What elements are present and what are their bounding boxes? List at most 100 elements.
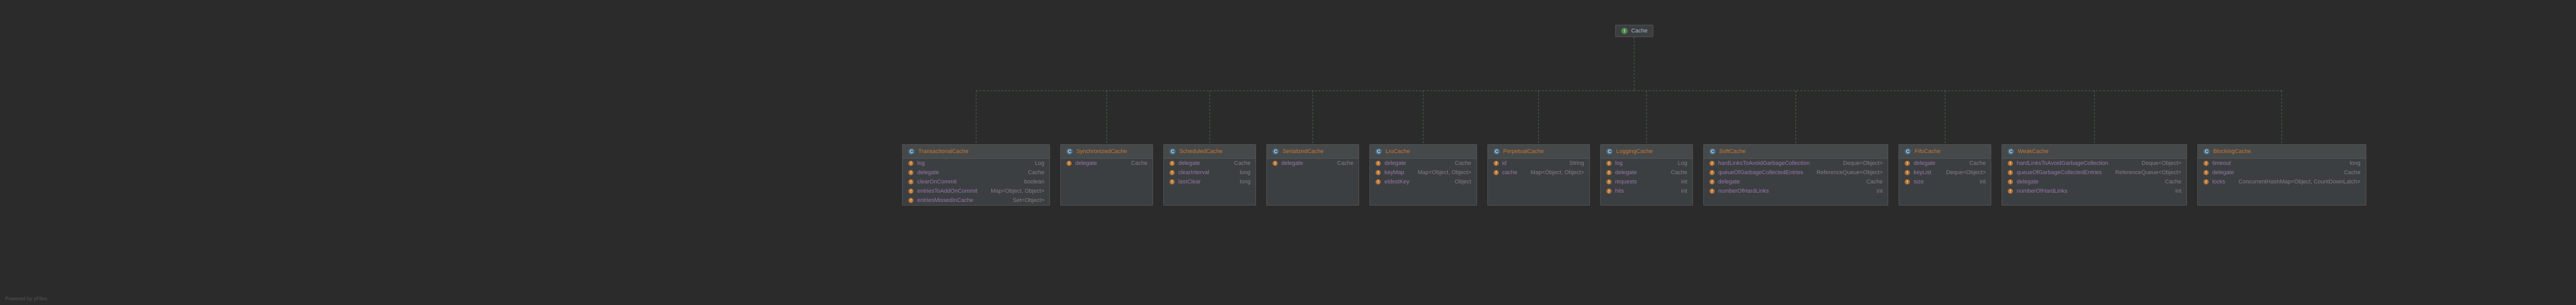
field-name: hits [1615, 188, 1624, 194]
field-row[interactable]: fdelegateCache [1601, 168, 1692, 177]
field-icon: f [1904, 179, 1910, 185]
field-row[interactable]: fdelegateCache [903, 168, 1049, 177]
class-box-scheduled[interactable]: CScheduledCachefdelegateCachefclearInter… [1163, 144, 1256, 206]
field-row[interactable]: fdelegateCache [1704, 177, 1888, 187]
class-header[interactable]: CSynchronizedCache [1061, 145, 1153, 159]
class-header[interactable]: CTransactionalCache [903, 145, 1049, 159]
field-row[interactable]: fqueueOfGarbageCollectedEntriesReference… [1704, 168, 1888, 177]
field-row[interactable]: fdelegateCache [1899, 159, 1991, 168]
field-name: queueOfGarbageCollectedEntries [1718, 170, 1803, 176]
field-icon: f [2203, 179, 2209, 185]
field-row[interactable]: fidString [1488, 159, 1589, 168]
field-row[interactable]: fdelegateCache [1370, 159, 1476, 168]
field-name: keyMap [1384, 170, 1404, 176]
field-row[interactable]: flogLog [1601, 159, 1692, 168]
class-box-lru[interactable]: CLruCachefdelegateCachefkeyMapMap<Object… [1369, 144, 1477, 206]
field-icon: f [1493, 160, 1499, 166]
field-row[interactable]: fnumberOfHardLinksint [1704, 187, 1888, 196]
field-row[interactable]: fcacheMap<Object, Object> [1488, 168, 1589, 177]
field-row[interactable]: fdelegateCache [1267, 159, 1359, 168]
svg-text:C: C [2009, 149, 2013, 154]
field-row[interactable]: fhardLinksToAvoidGarbageCollectionDeque<… [2002, 159, 2187, 168]
class-title: SoftCache [1719, 148, 1745, 155]
field-row[interactable]: fhitsint [1601, 187, 1692, 196]
field-icon: f [908, 170, 914, 176]
field-icon: f [1169, 160, 1175, 166]
class-header[interactable]: C PerpetualCache [1488, 145, 1589, 159]
field-row[interactable]: flocksConcurrentHashMap<Object, CountDow… [2198, 177, 2366, 187]
class-header[interactable]: CBlockingCache [2198, 145, 2366, 159]
interface-icon: I [1621, 27, 1628, 35]
class-header[interactable]: CWeakCache [2002, 145, 2187, 159]
field-row[interactable]: fhardLinksToAvoidGarbageCollectionDeque<… [1704, 159, 1888, 168]
class-header[interactable]: CScheduledCache [1164, 145, 1256, 159]
field-name: clearInterval [1178, 170, 1209, 176]
field-type: int [1671, 179, 1687, 185]
class-title: PerpetualCache [1503, 148, 1544, 155]
field-name: clearOnCommit [917, 179, 956, 185]
class-box-blocking[interactable]: CBlockingCacheftimeoutlongfdelegateCache… [2197, 144, 2366, 206]
field-type: Cache [1224, 160, 1250, 166]
field-type: Object [1445, 179, 1471, 185]
field-row[interactable]: fkeyListDeque<Object> [1899, 168, 1991, 177]
field-row[interactable]: ftimeoutlong [2198, 159, 2366, 168]
field-name: keyList [1913, 170, 1931, 176]
field-icon: f [2007, 188, 2013, 194]
field-name: numberOfHardLinks [2016, 188, 2067, 194]
field-type: Log [1025, 160, 1044, 166]
field-row[interactable]: fentriesToAddOnCommitMap<Object, Object> [903, 187, 1049, 196]
class-box-perpetual[interactable]: C PerpetualCache fidStringfcacheMap<Object… [1487, 144, 1590, 206]
field-type: long [1229, 179, 1250, 185]
field-row[interactable]: feldestKeyObject [1370, 177, 1476, 187]
class-header[interactable]: CLoggingCache [1601, 145, 1692, 159]
class-header[interactable]: CFifoCache [1899, 145, 1991, 159]
svg-text:C: C [2205, 149, 2209, 154]
field-name: delegate [1913, 160, 1935, 166]
field-row[interactable]: fdelegateCache [2198, 168, 2366, 177]
field-type: Cache [2155, 179, 2181, 185]
class-box-weak[interactable]: CWeakCachefhardLinksToAvoidGarbageCollec… [2002, 144, 2187, 206]
field-row[interactable]: fclearIntervallong [1164, 168, 1256, 177]
class-box-fifo[interactable]: CFifoCachefdelegateCachefkeyListDeque<Ob… [1899, 144, 1991, 206]
field-row[interactable]: flogLog [903, 159, 1049, 168]
class-box-synchronized[interactable]: CSynchronizedCachefdelegateCache [1060, 144, 1153, 206]
field-name: entriesMissedInCache [917, 197, 973, 204]
field-icon: f [2007, 170, 2013, 176]
field-icon: f [1904, 170, 1910, 176]
field-name: timeout [2212, 160, 2231, 166]
field-type: Cache [2334, 170, 2361, 176]
field-row[interactable]: fdelegateCache [1164, 159, 1256, 168]
class-box-transactional[interactable]: CTransactionalCacheflogLogfdelegateCache… [902, 144, 1050, 206]
field-name: numberOfHardLinks [1718, 188, 1769, 194]
field-row[interactable]: flastClearlong [1164, 177, 1256, 187]
class-box-soft[interactable]: CSoftCachefhardLinksToAvoidGarbageCollec… [1703, 144, 1889, 206]
field-row[interactable]: fdelegateCache [2002, 177, 2187, 187]
class-header[interactable]: CSerializedCache [1267, 145, 1359, 159]
field-row[interactable]: fkeyMapMap<Object, Object> [1370, 168, 1476, 177]
field-row[interactable]: fentriesMissedInCacheSet<Object> [903, 196, 1049, 205]
field-row[interactable]: fqueueOfGarbageCollectedEntriesReference… [2002, 168, 2187, 177]
field-icon: f [1606, 170, 1612, 176]
field-name: hardLinksToAvoidGarbageCollection [2016, 160, 2108, 166]
field-row[interactable]: frequestsint [1601, 177, 1692, 187]
root-interface-node[interactable]: I Cache [1615, 25, 1653, 37]
class-box-logging[interactable]: CLoggingCacheflogLogfdelegateCachefreque… [1600, 144, 1693, 206]
field-row[interactable]: fclearOnCommitboolean [903, 177, 1049, 187]
class-header[interactable]: CSoftCache [1704, 145, 1888, 159]
field-name: hardLinksToAvoidGarbageCollection [1718, 160, 1810, 166]
field-name: delegate [1384, 160, 1406, 166]
field-row[interactable]: fdelegateCache [1061, 159, 1153, 168]
class-box-serialized[interactable]: CSerializedCachefdelegateCache [1266, 144, 1359, 206]
field-row[interactable]: fnumberOfHardLinksint [2002, 187, 2187, 196]
field-name: delegate [1615, 170, 1637, 176]
class-icon: C [2007, 148, 2014, 155]
class-header[interactable]: CLruCache [1370, 145, 1476, 159]
field-row[interactable]: fsizeint [1899, 177, 1991, 187]
field-icon: f [1709, 170, 1715, 176]
class-icon: C [1375, 148, 1382, 155]
field-type: long [1229, 170, 1250, 176]
field-name: lastClear [1178, 179, 1200, 185]
svg-text:C: C [1495, 149, 1498, 154]
field-name: eldestKey [1384, 179, 1409, 185]
field-type: ReferenceQueue<Object> [2105, 170, 2181, 176]
